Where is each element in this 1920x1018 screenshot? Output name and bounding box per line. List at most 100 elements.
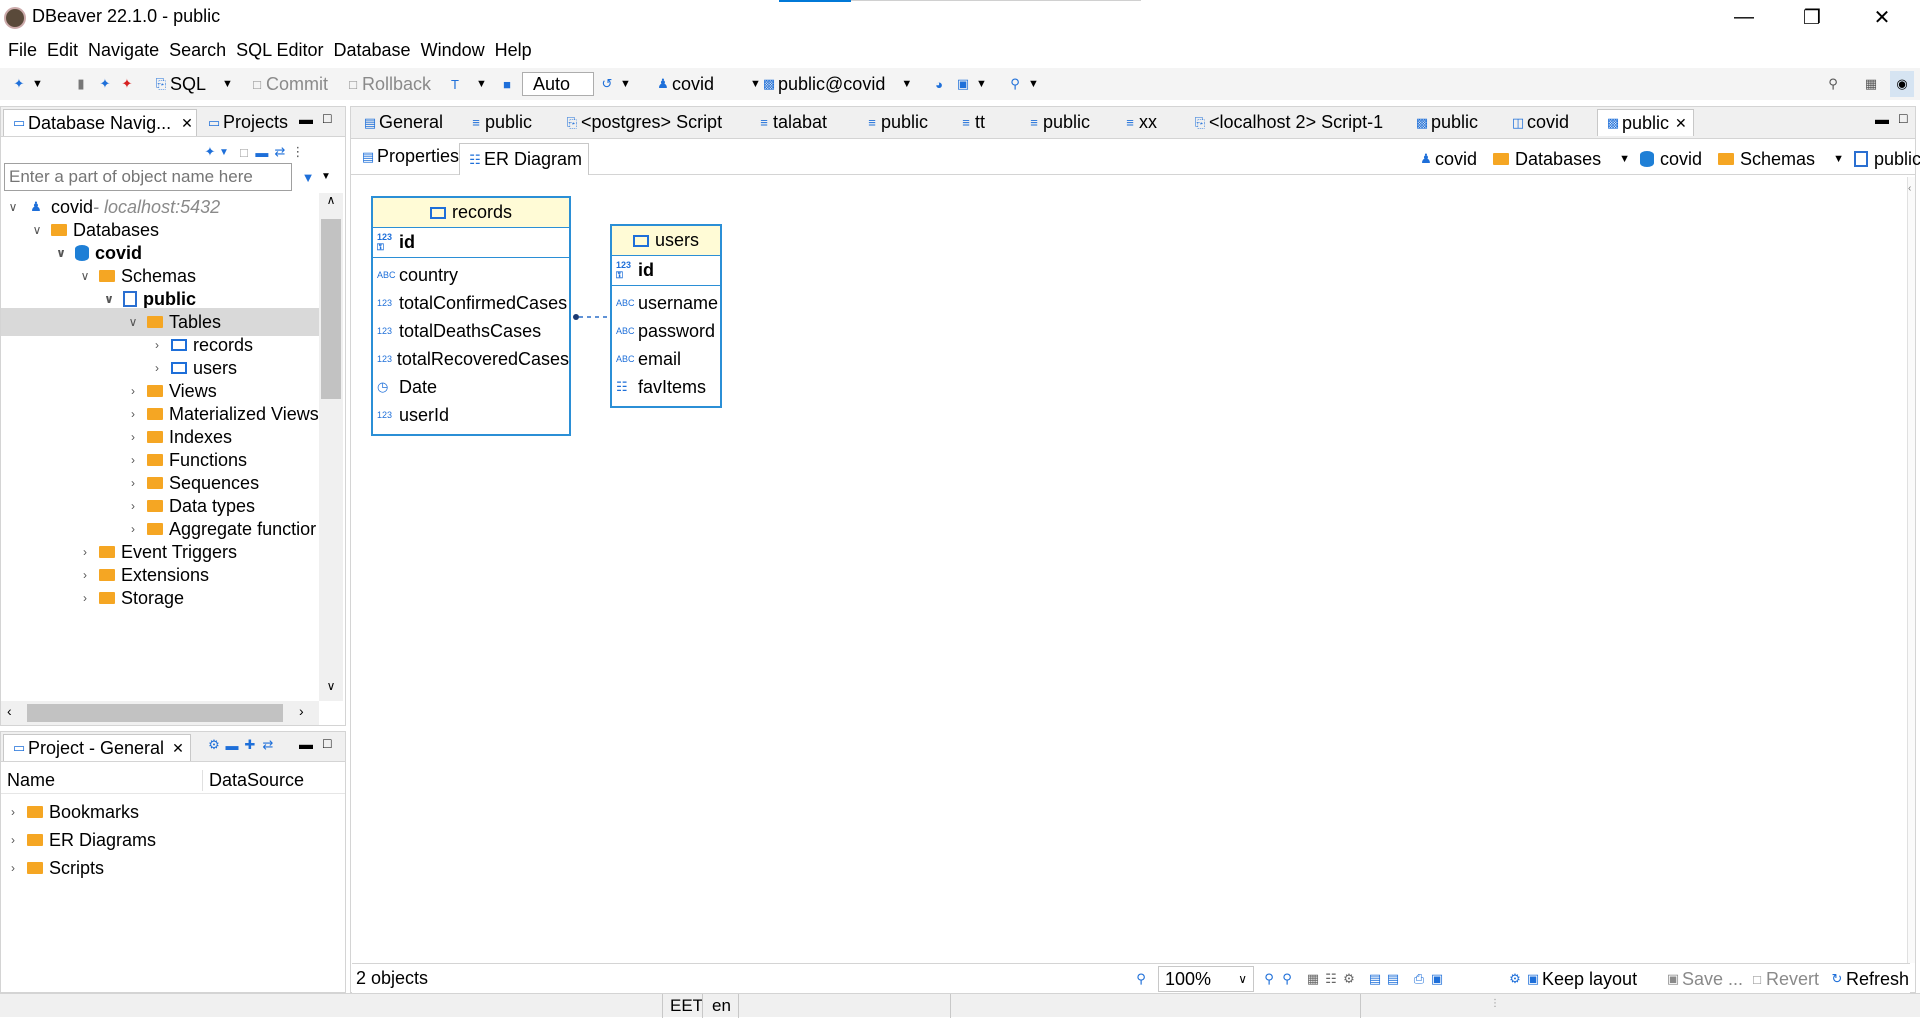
chevron-right-icon[interactable]: › xyxy=(125,430,141,444)
editor-tab-public-active[interactable]: ▩ public ✕ xyxy=(1597,109,1694,136)
chevron-down-icon[interactable]: ▼ xyxy=(219,147,229,158)
breadcrumb-connection[interactable]: covid xyxy=(1435,149,1477,170)
search-tool-button[interactable]: ⚲ ▼ xyxy=(1006,71,1039,97)
view-menu-icon[interactable]: ⋮ xyxy=(289,143,307,161)
chevron-right-icon[interactable]: › xyxy=(299,703,304,719)
column-header-name[interactable]: Name xyxy=(1,770,203,791)
search-icon[interactable]: ⚲ xyxy=(1132,970,1150,988)
minimize-button[interactable]: — xyxy=(1716,0,1772,34)
active-connection-selector[interactable]: ♟ covid ▼ xyxy=(654,71,761,97)
new-connection-icon[interactable]: ✦ xyxy=(201,143,219,161)
commit-button[interactable]: □ Commit xyxy=(248,71,328,97)
entity-records[interactable]: records 123⚿ id ABC country 123 totalConfir… xyxy=(371,196,571,436)
menu-sql-editor[interactable]: SQL Editor xyxy=(236,40,323,61)
chevron-right-icon[interactable]: › xyxy=(125,407,141,421)
rollback-button[interactable]: □ Rollback xyxy=(344,71,431,97)
chevron-down-icon[interactable]: ∨ xyxy=(125,315,141,329)
chevron-right-icon[interactable]: › xyxy=(125,522,141,536)
chevron-right-icon[interactable]: › xyxy=(149,361,165,375)
minimize-editor-icon[interactable]: ▬ xyxy=(1875,111,1889,127)
entity-column[interactable]: 123 totalDeathsCases xyxy=(373,317,569,345)
editor-tab-public-2[interactable]: ≡ public xyxy=(857,109,934,136)
entity-users[interactable]: users 123⚿ id ABC username ABC password ABC… xyxy=(610,224,722,408)
chevron-right-icon[interactable]: › xyxy=(77,545,93,559)
tab-project-general[interactable]: ▭ Project - General ✕ xyxy=(3,734,191,761)
chevron-right-icon[interactable]: › xyxy=(5,833,21,847)
dashboard-button[interactable]: ◕ xyxy=(930,71,948,97)
editor-tab-covid[interactable]: ◫ covid xyxy=(1503,109,1575,136)
breadcrumb-schema[interactable]: public xyxy=(1874,149,1920,170)
menu-help[interactable]: Help xyxy=(495,40,532,61)
tab-projects[interactable]: ▭ Projects xyxy=(199,109,294,136)
maximize-panel-icon[interactable]: □ xyxy=(323,110,331,126)
entity-column[interactable]: ABC email xyxy=(612,345,720,373)
project-item-bookmarks[interactable]: › Bookmarks xyxy=(5,798,139,826)
chevron-down-icon[interactable]: ▼ xyxy=(1619,153,1630,165)
folder-icon[interactable]: □ xyxy=(235,143,253,161)
editor-tab-general[interactable]: ▤ General xyxy=(355,109,449,136)
breadcrumb-db[interactable]: covid xyxy=(1660,149,1702,170)
menu-file[interactable]: File xyxy=(8,40,37,61)
editor-tab-localhost2-script[interactable]: ⎘ <localhost 2> Script-1 xyxy=(1185,109,1389,136)
link-with-editor-icon[interactable]: ⇄ xyxy=(271,143,289,161)
minimize-panel-icon[interactable]: ▬ xyxy=(299,736,313,752)
collapse-all-icon[interactable]: ▬ xyxy=(253,143,271,161)
chevron-down-icon[interactable]: ▼ xyxy=(321,171,331,182)
maximize-panel-icon[interactable]: □ xyxy=(323,735,331,751)
diagram-palette-strip[interactable]: ‹ xyxy=(1907,177,1915,963)
maximize-editor-icon[interactable]: □ xyxy=(1899,110,1907,126)
editor-tab-tt[interactable]: ≡ tt xyxy=(951,109,991,136)
print-icon[interactable]: ⎙ xyxy=(1410,970,1428,988)
menu-edit[interactable]: Edit xyxy=(47,40,78,61)
chevron-down-icon[interactable]: ∨ xyxy=(77,269,93,283)
restore-button[interactable]: ❐ xyxy=(1784,0,1840,34)
column-header-datasource[interactable]: DataSource xyxy=(203,770,304,791)
expand-all-icon[interactable]: ✚ xyxy=(241,736,259,754)
chevron-right-icon[interactable]: › xyxy=(125,499,141,513)
project-item-er-diagrams[interactable]: › ER Diagrams xyxy=(5,826,156,854)
subtab-er-diagram[interactable]: ☷ ER Diagram xyxy=(459,143,590,175)
menu-database[interactable]: Database xyxy=(334,40,411,61)
refresh-button[interactable]: ↻ Refresh xyxy=(1828,966,1909,992)
minimize-panel-icon[interactable]: ▬ xyxy=(299,111,313,127)
zoom-selector[interactable]: 100% ∨ xyxy=(1158,966,1254,992)
entity-column[interactable]: 123 totalConfirmedCases xyxy=(373,289,569,317)
entity-column[interactable]: 123 userId xyxy=(373,401,569,429)
chevron-right-icon[interactable]: › xyxy=(77,591,93,605)
editor-tab-talabat[interactable]: ≡ talabat xyxy=(749,109,833,136)
chevron-down-icon[interactable]: ∨ xyxy=(53,246,69,260)
connect-button[interactable]: ▮ xyxy=(72,71,90,97)
close-icon[interactable]: ✕ xyxy=(1675,115,1687,132)
new-connection-button[interactable]: ✦ ▼ xyxy=(10,71,43,97)
entity-column[interactable]: ☷ favItems xyxy=(612,373,720,401)
chevron-right-icon[interactable]: › xyxy=(125,453,141,467)
chevron-right-icon[interactable]: › xyxy=(125,476,141,490)
history-button[interactable]: ↺ ▼ xyxy=(598,71,631,97)
editor-tab-postgres-script[interactable]: ⎘ <postgres> Script xyxy=(557,109,728,136)
arrange-icon[interactable]: ▦ xyxy=(1304,970,1322,988)
editor-tab-public-1[interactable]: ≡ public xyxy=(461,109,538,136)
global-search-button[interactable]: ⚲ xyxy=(1824,71,1842,97)
invalidate-button[interactable]: ✦ xyxy=(96,71,114,97)
filter-icon[interactable]: ▼ xyxy=(299,168,317,186)
transaction-mode-button[interactable]: T ▼ xyxy=(446,71,487,97)
navigator-filter-input[interactable] xyxy=(4,163,292,191)
keep-layout-button[interactable]: ⚙ ▣ Keep layout xyxy=(1506,966,1637,992)
chevron-down-icon[interactable]: ∨ xyxy=(5,200,21,214)
scrollbar-thumb[interactable] xyxy=(321,219,341,399)
layout-icon[interactable]: ▤ xyxy=(1384,970,1402,988)
chevron-right-icon[interactable]: › xyxy=(5,805,21,819)
chevron-left-icon[interactable]: ‹ xyxy=(7,703,12,719)
chevron-right-icon[interactable]: › xyxy=(149,338,165,352)
gear-icon[interactable]: ⚙ xyxy=(205,736,223,754)
navigator-horizontal-scrollbar[interactable]: ‹ › xyxy=(1,701,319,725)
er-diagram-canvas[interactable]: records 123⚿ id ABC country 123 totalConfir… xyxy=(351,177,1907,963)
tree-node-storage[interactable]: › Storage xyxy=(77,584,184,612)
open-perspective-button[interactable]: ▦ xyxy=(1862,71,1880,97)
menu-search[interactable]: Search xyxy=(169,40,226,61)
chevron-down-icon[interactable]: ∨ xyxy=(29,223,45,237)
zoom-in-icon[interactable]: ⚲ xyxy=(1260,970,1278,988)
entity-primary-key[interactable]: 123⚿ id xyxy=(373,228,569,258)
entity-column[interactable]: ◷ Date xyxy=(373,373,569,401)
editor-tab-xx[interactable]: ≡ xx xyxy=(1115,109,1163,136)
